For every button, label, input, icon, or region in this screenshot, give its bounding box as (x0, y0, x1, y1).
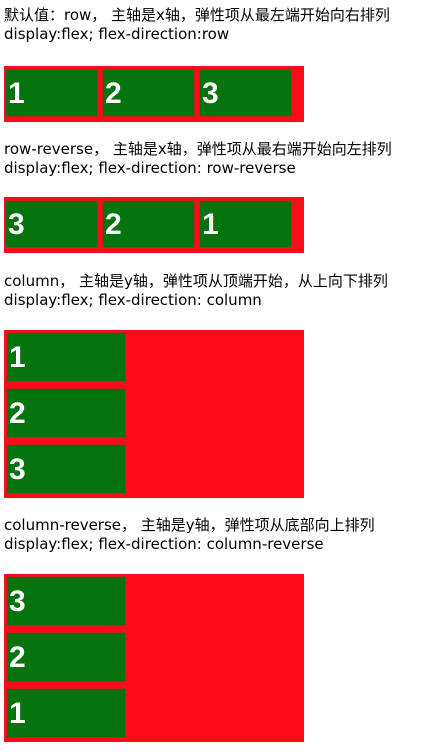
flex-item: 2 (102, 69, 195, 117)
flex-item: 1 (5, 69, 98, 117)
column-reverse-description-code: display:flex; flex-direction: column-rev… (4, 535, 324, 553)
row-description: 默认值：row， 主轴是x轴，弹性项从最左端开始向右排列 display:fle… (4, 6, 390, 44)
column-description-code: display:flex; flex-direction: column (4, 291, 262, 309)
row-flex-container: 1 2 3 (4, 66, 304, 122)
column-reverse-description: column-reverse， 主轴是y轴，弹性项从底部向上排列 display… (4, 516, 375, 554)
row-reverse-description: row-reverse， 主轴是x轴，弹性项从最右端开始向左排列 display… (4, 140, 392, 178)
flex-item: 2 (6, 632, 126, 682)
flex-item: 3 (5, 200, 98, 248)
row-reverse-description-title: row-reverse， 主轴是x轴，弹性项从最右端开始向左排列 (4, 140, 392, 158)
column-reverse-description-title: column-reverse， 主轴是y轴，弹性项从底部向上排列 (4, 516, 375, 534)
column-reverse-flex-container: 3 2 1 (4, 574, 304, 742)
flex-item: 1 (6, 332, 126, 382)
column-description-title: column， 主轴是y轴，弹性项从顶端开始，从上向下排列 (4, 272, 388, 290)
column-description: column， 主轴是y轴，弹性项从顶端开始，从上向下排列 display:fl… (4, 272, 388, 310)
flex-item: 1 (199, 200, 292, 248)
flex-item: 2 (102, 200, 195, 248)
row-reverse-flex-container: 3 2 1 (4, 197, 304, 253)
row-description-title: 默认值：row， 主轴是x轴，弹性项从最左端开始向右排列 (4, 6, 390, 24)
flex-item: 3 (199, 69, 292, 117)
flex-item: 1 (6, 688, 126, 738)
column-flex-container: 1 2 3 (4, 330, 304, 498)
flex-item: 3 (6, 576, 126, 626)
flex-item: 2 (6, 388, 126, 438)
row-reverse-description-code: display:flex; flex-direction: row-revers… (4, 159, 296, 177)
row-description-code: display:flex; flex-direction:row (4, 25, 230, 43)
flex-item: 3 (6, 444, 126, 494)
